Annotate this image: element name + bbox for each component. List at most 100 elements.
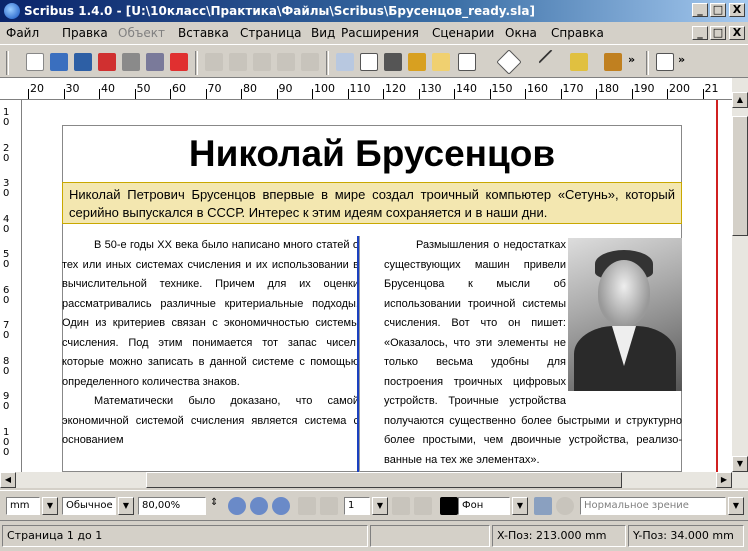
menu-scripts[interactable]: Сценарии xyxy=(432,26,494,40)
table-icon[interactable] xyxy=(432,53,450,71)
horizontal-ruler[interactable]: 20 30 40 50 60 70 80 90 100 110 120 130 140 150 160 170… xyxy=(0,78,732,100)
cut-icon[interactable] xyxy=(253,53,271,71)
ruler-tick-label: 80 xyxy=(3,355,10,377)
chevron-down-icon[interactable]: ▼ xyxy=(372,497,388,515)
ruler-tick-label: 70 xyxy=(3,320,10,341)
ruler-tick xyxy=(702,89,704,99)
menu-file[interactable]: Файл xyxy=(6,26,39,40)
vertical-scrollbar[interactable]: ▲ ▼ xyxy=(732,78,748,472)
print-icon[interactable] xyxy=(122,53,140,71)
save-icon[interactable] xyxy=(74,53,92,71)
more-pdf-tools-icon[interactable]: » xyxy=(678,53,696,71)
scroll-down-button[interactable]: ▼ xyxy=(732,456,748,472)
vertical-scroll-thumb[interactable] xyxy=(732,116,748,236)
text-column-1[interactable]: В 50-е годы XX века было написано много … xyxy=(62,236,360,472)
ruler-tick-label: 60 xyxy=(172,82,186,95)
chevron-down-icon[interactable]: ▼ xyxy=(728,497,744,515)
ruler-tick-label: 200 xyxy=(669,82,690,95)
zoom-stepper-icon[interactable]: ⇕ xyxy=(210,497,228,515)
visual-appearance-select[interactable]: Нормальное зрение xyxy=(580,497,726,515)
undo-icon[interactable] xyxy=(205,53,223,71)
open-icon[interactable] xyxy=(50,53,68,71)
portrait-photo[interactable] xyxy=(568,238,682,391)
ruler-tick xyxy=(631,89,633,99)
layer-select[interactable]: Фон xyxy=(458,497,510,515)
layer-color-icon xyxy=(440,497,458,515)
shape-icon[interactable] xyxy=(458,53,476,71)
ruler-tick-label: 100 xyxy=(314,82,335,95)
redo-icon[interactable] xyxy=(229,53,247,71)
close-button[interactable]: X xyxy=(729,3,745,17)
render-frame-icon[interactable] xyxy=(408,53,426,71)
menu-edit[interactable]: Правка xyxy=(62,26,108,40)
ruler-tick xyxy=(63,89,65,99)
scroll-left-button[interactable]: ◀ xyxy=(0,472,16,488)
previous-page-icon[interactable] xyxy=(320,497,338,515)
ruler-tick-label: 130 xyxy=(420,82,442,95)
x-position-readout: X-Поз: 213.000 mm xyxy=(492,525,626,547)
image-frame-icon[interactable] xyxy=(384,53,402,71)
menu-windows[interactable]: Окна xyxy=(505,26,537,40)
menu-object[interactable]: Объект xyxy=(118,26,165,40)
unit-select[interactable]: mm xyxy=(6,497,40,515)
zoom-100-icon[interactable] xyxy=(250,497,268,515)
document-canvas[interactable]: Николай Брусенцов Николай Петрович Брусе… xyxy=(22,100,732,472)
preview-mode-select[interactable]: Обычное xyxy=(62,497,116,515)
select-icon[interactable] xyxy=(336,53,354,71)
scroll-up-button[interactable]: ▲ xyxy=(732,92,748,108)
frame-link-marker xyxy=(357,236,359,472)
polygon-icon[interactable] xyxy=(496,49,522,75)
main-toolbar: » » xyxy=(0,44,748,78)
menu-help[interactable]: Справка xyxy=(551,26,604,40)
horizontal-scrollbar[interactable]: ◀ ▶ xyxy=(0,472,748,488)
scribus-app-icon xyxy=(4,3,20,19)
menu-page[interactable]: Страница xyxy=(240,26,302,40)
menu-extensions[interactable]: Расширения xyxy=(341,26,419,40)
ruler-tick xyxy=(525,89,526,99)
ruler-tick-label: 50 xyxy=(3,249,10,270)
lead-text-frame[interactable]: Николай Петрович Брусенцов впервые в мир… xyxy=(62,182,682,224)
doc-restore-button[interactable]: □ xyxy=(710,26,726,40)
maximize-button[interactable]: □ xyxy=(710,3,726,17)
chevron-down-icon[interactable]: ▼ xyxy=(118,497,134,515)
copy-icon[interactable] xyxy=(277,53,295,71)
first-page-icon[interactable] xyxy=(298,497,316,515)
ruler-tick xyxy=(560,89,562,99)
line-icon[interactable] xyxy=(538,49,564,75)
toggle-preview-icon[interactable] xyxy=(534,497,552,515)
vertical-ruler[interactable]: 10 20 30 40 50 60 70 80 90 100 xyxy=(0,100,22,472)
page-number-input[interactable]: 1 xyxy=(344,497,370,515)
y-position-readout: Y-Поз: 34.000 mm xyxy=(628,525,744,547)
ruler-tick xyxy=(454,89,455,99)
zoom-in-icon[interactable] xyxy=(272,497,290,515)
new-document-icon[interactable] xyxy=(26,53,44,71)
export-pdf-icon[interactable] xyxy=(170,53,188,71)
paste-icon[interactable] xyxy=(301,53,319,71)
chevron-down-icon[interactable]: ▼ xyxy=(512,497,528,515)
freehand-icon[interactable] xyxy=(604,53,622,71)
document-heading[interactable]: Николай Брусенцов xyxy=(62,133,682,175)
ruler-tick-label: 30 xyxy=(3,178,10,199)
text-frame-icon[interactable] xyxy=(360,53,378,71)
horizontal-scroll-thumb[interactable] xyxy=(146,472,622,488)
menu-insert[interactable]: Вставка xyxy=(178,26,229,40)
preflight-icon[interactable] xyxy=(146,53,164,71)
minimize-button[interactable]: _ xyxy=(692,3,708,17)
zoom-input[interactable]: 80,00% xyxy=(138,497,206,515)
chevron-down-icon[interactable]: ▼ xyxy=(42,497,58,515)
ruler-tick-label: 120 xyxy=(385,82,406,95)
doc-close-button[interactable]: X xyxy=(729,26,745,40)
next-page-icon[interactable] xyxy=(392,497,410,515)
pdf-tools-icon[interactable] xyxy=(656,53,674,71)
close-document-icon[interactable] xyxy=(98,53,116,71)
scroll-right-button[interactable]: ▶ xyxy=(716,472,732,488)
eye-icon[interactable] xyxy=(556,497,574,515)
last-page-icon[interactable] xyxy=(414,497,432,515)
bezier-icon[interactable] xyxy=(570,53,588,71)
ruler-tick-label: 170 xyxy=(562,82,584,95)
menu-view[interactable]: Вид xyxy=(311,26,335,40)
more-tools-icon[interactable]: » xyxy=(628,53,646,71)
column-1-paragraph-2: Математически было доказано, что самой э… xyxy=(62,395,359,446)
zoom-out-icon[interactable] xyxy=(228,497,246,515)
doc-minimize-button[interactable]: _ xyxy=(692,26,708,40)
